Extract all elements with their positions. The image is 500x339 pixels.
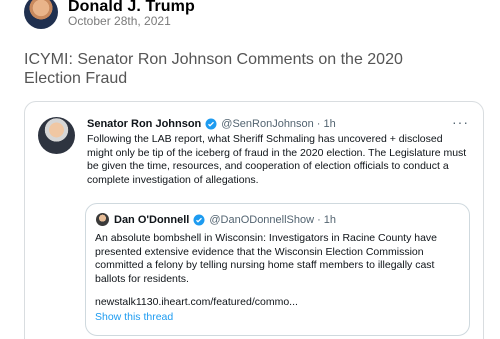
quoted-separator: · xyxy=(317,213,321,226)
verified-badge-icon xyxy=(205,118,217,130)
author-meta: Donald J. Trump October 28th, 2021 xyxy=(68,0,195,28)
tweet-author-avatar[interactable] xyxy=(38,117,75,154)
embedded-tweet[interactable]: Senator Ron Johnson @SenRonJohnson · 1h … xyxy=(24,101,484,339)
quoted-author-name[interactable]: Dan O'Donnell xyxy=(114,214,189,226)
tweet-text: Following the LAB report, what Sheriff S… xyxy=(87,133,467,186)
quoted-author-handle[interactable]: @DanODonnellShow xyxy=(209,214,314,226)
tweet-author-handle[interactable]: @SenRonJohnson xyxy=(221,118,314,130)
quoted-author-avatar[interactable] xyxy=(96,213,109,226)
more-options-icon[interactable]: ··· xyxy=(452,114,469,130)
quoted-text: An absolute bombshell in Wisconsin: Inve… xyxy=(95,232,438,285)
author-avatar[interactable] xyxy=(24,0,58,29)
post-header: Donald J. Trump October 28th, 2021 xyxy=(24,0,195,32)
tweet-header: Senator Ron Johnson @SenRonJohnson · 1h xyxy=(87,118,336,130)
tweet-timestamp[interactable]: 1h xyxy=(323,118,335,130)
quoted-link[interactable]: newstalk1130.iheart.com/featured/commo..… xyxy=(95,296,298,308)
tweet-separator: · xyxy=(316,118,321,130)
verified-badge-icon xyxy=(193,214,205,225)
show-thread-link[interactable]: Show this thread xyxy=(95,311,173,323)
quoted-tweet-header: Dan O'Donnell @DanODonnellShow · 1h xyxy=(96,213,336,226)
author-name[interactable]: Donald J. Trump xyxy=(68,0,195,15)
quoted-tweet[interactable]: Dan O'Donnell @DanODonnellShow · 1h An a… xyxy=(85,203,470,336)
post-date: October 28th, 2021 xyxy=(68,14,171,28)
post-text: ICYMI: Senator Ron Johnson Comments on t… xyxy=(24,51,403,87)
tweet-author-name[interactable]: Senator Ron Johnson xyxy=(87,118,201,130)
quoted-timestamp[interactable]: 1h xyxy=(324,214,336,226)
